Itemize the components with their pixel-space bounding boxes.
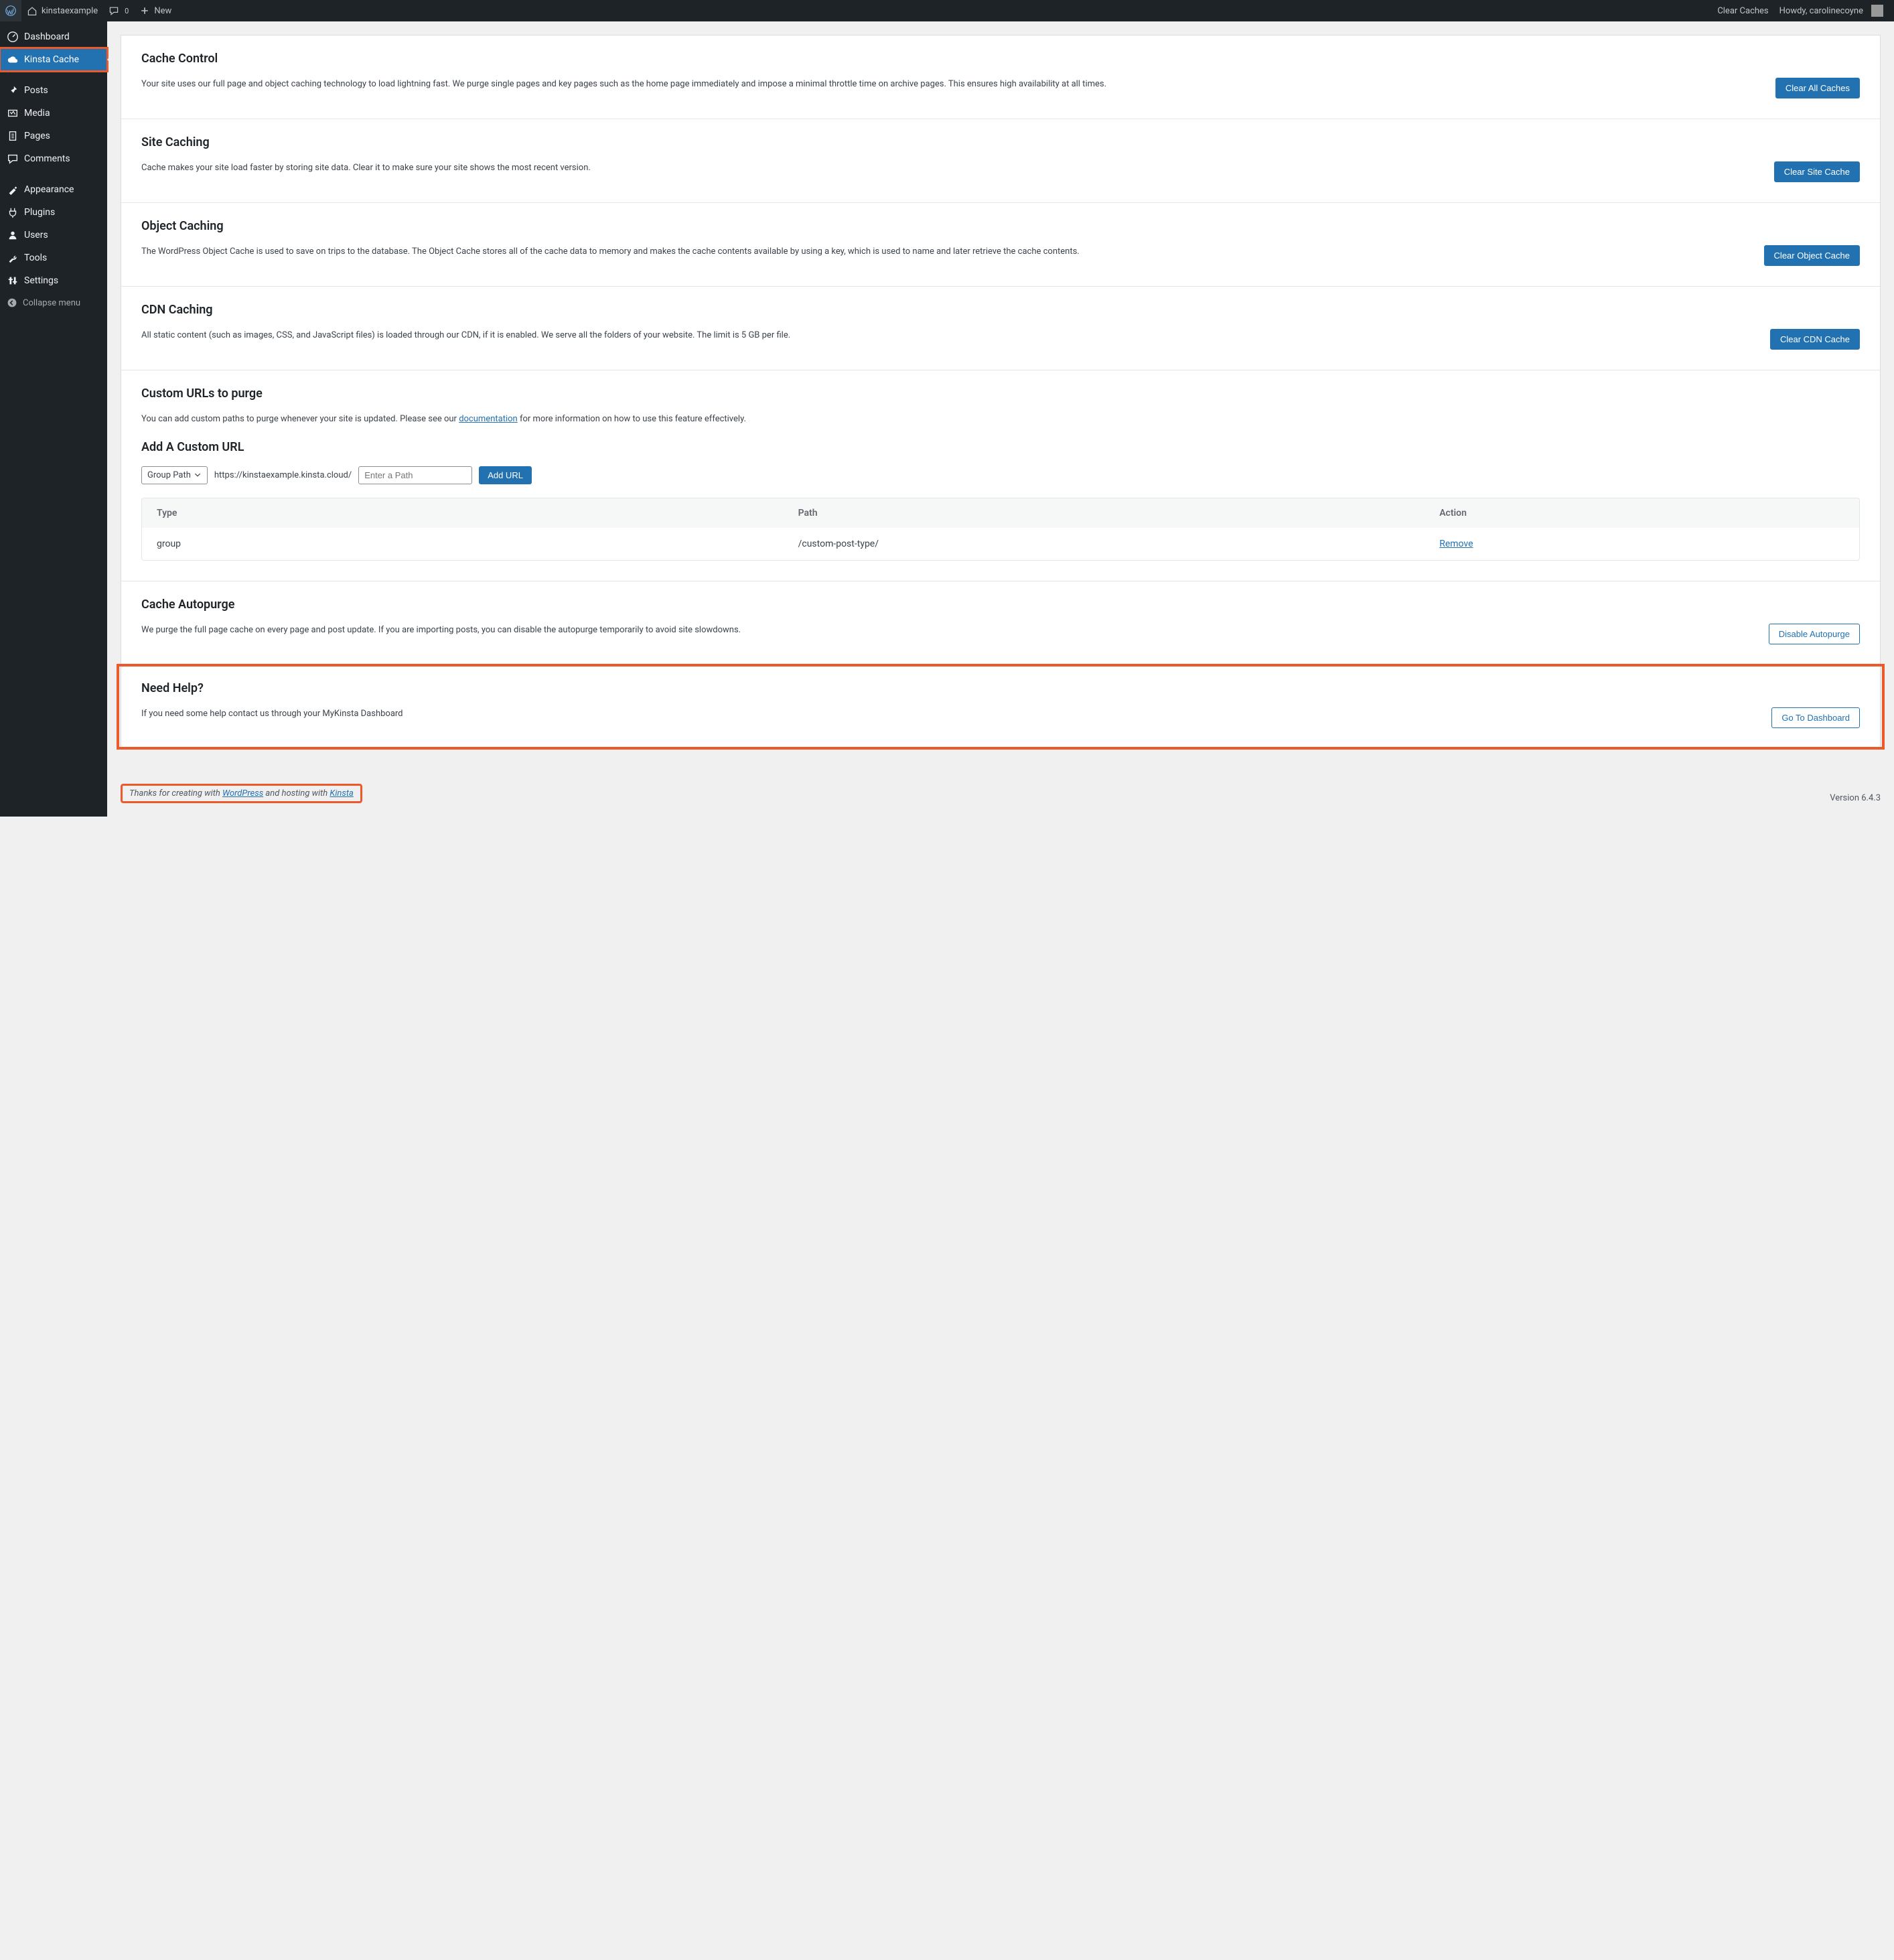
section-description: Cache makes your site load faster by sto… <box>141 161 1754 176</box>
custom-urls-section: Custom URLs to purge You can add custom … <box>121 370 1880 581</box>
section-title: Need Help? <box>141 681 1860 695</box>
section-title: Cache Control <box>141 52 1860 66</box>
sidemenu-kinsta-cache[interactable]: Kinsta Cache <box>0 48 107 71</box>
avatar <box>1871 5 1883 17</box>
clear-site-cache-button[interactable]: Clear Site Cache <box>1774 161 1860 182</box>
wordpress-icon <box>5 5 16 16</box>
pin-icon <box>7 84 19 96</box>
sidemenu-comments[interactable]: Comments <box>0 147 107 170</box>
comments-menu[interactable]: 0 <box>103 0 134 21</box>
dashboard-icon <box>7 31 19 43</box>
clear-object-cache-button[interactable]: Clear Object Cache <box>1764 245 1860 266</box>
home-icon <box>27 5 38 16</box>
col-header-type: Type <box>157 508 798 518</box>
remove-link[interactable]: Remove <box>1439 539 1473 549</box>
settings-icon <box>7 275 19 287</box>
collapse-icon <box>7 297 17 308</box>
help-section: Need Help? If you need some help contact… <box>121 665 1880 748</box>
section-description: We purge the full page cache on every pa… <box>141 624 1749 638</box>
footer: Thanks for creating with WordPress and h… <box>121 776 1881 817</box>
cdn-caching-section: CDN Caching All static content (such as … <box>121 287 1880 370</box>
clear-cdn-cache-button[interactable]: Clear CDN Cache <box>1770 329 1860 350</box>
section-title: Site Caching <box>141 135 1860 149</box>
sidemenu-settings[interactable]: Settings <box>0 269 107 292</box>
footer-credit: Thanks for creating with WordPress and h… <box>121 784 362 803</box>
sidemenu-appearance[interactable]: Appearance <box>0 178 107 201</box>
sidemenu-users[interactable]: Users <box>0 224 107 247</box>
wordpress-link[interactable]: WordPress <box>222 788 263 798</box>
sidemenu-posts[interactable]: Posts <box>0 79 107 102</box>
version-label: Version 6.4.3 <box>1830 793 1881 803</box>
comment-icon <box>108 5 119 16</box>
content-area: Cache Control Your site uses our full pa… <box>107 21 1894 817</box>
path-type-select[interactable]: Group Path <box>141 466 208 484</box>
pages-icon <box>7 130 19 142</box>
sidemenu-dashboard[interactable]: Dashboard <box>0 25 107 48</box>
col-header-path: Path <box>798 508 1440 518</box>
plugin-icon <box>7 206 19 218</box>
section-title: Cache Autopurge <box>141 598 1860 612</box>
col-header-action: Action <box>1439 508 1844 518</box>
comment-count: 0 <box>125 7 129 15</box>
clear-all-caches-button[interactable]: Clear All Caches <box>1775 78 1860 98</box>
autopurge-section: Cache Autopurge We purge the full page c… <box>121 581 1880 665</box>
sidemenu-tools[interactable]: Tools <box>0 247 107 269</box>
add-url-button[interactable]: Add URL <box>479 466 532 484</box>
add-custom-url-title: Add A Custom URL <box>141 440 1860 454</box>
admin-sidemenu: Dashboard Kinsta Cache Posts Media Pages… <box>0 21 107 817</box>
media-icon <box>7 107 19 119</box>
sidemenu-pages[interactable]: Pages <box>0 125 107 147</box>
sidemenu-media[interactable]: Media <box>0 102 107 125</box>
appearance-icon <box>7 184 19 196</box>
admin-bar: kinstaexample 0 New Clear Caches Howdy, … <box>0 0 1894 21</box>
site-caching-section: Site Caching Cache makes your site load … <box>121 119 1880 203</box>
go-to-dashboard-button[interactable]: Go To Dashboard <box>1771 707 1860 728</box>
url-prefix: https://kinstaexample.kinsta.cloud/ <box>214 470 352 480</box>
section-description: If you need some help contact us through… <box>141 707 1751 721</box>
section-description: All static content (such as images, CSS,… <box>141 329 1750 343</box>
comment-icon <box>7 153 19 165</box>
section-title: Object Caching <box>141 219 1860 233</box>
help-highlight: Need Help? If you need some help contact… <box>118 665 1883 748</box>
section-description: Your site uses our full page and object … <box>141 78 1755 92</box>
chevron-down-icon <box>194 471 202 479</box>
cell-type: group <box>157 539 798 549</box>
object-caching-section: Object Caching The WordPress Object Cach… <box>121 203 1880 287</box>
site-name: kinstaexample <box>42 6 98 16</box>
path-input[interactable] <box>358 466 472 484</box>
users-icon <box>7 229 19 241</box>
url-table: Type Path Action group /custom-post-type… <box>141 498 1860 561</box>
tools-icon <box>7 252 19 264</box>
plus-icon <box>139 5 150 16</box>
section-description: You can add custom paths to purge whenev… <box>141 413 1860 427</box>
cloud-icon <box>7 54 19 66</box>
cell-path: /custom-post-type/ <box>798 539 1440 549</box>
section-title: CDN Caching <box>141 303 1860 317</box>
wp-logo-menu[interactable] <box>0 0 21 21</box>
new-content-menu[interactable]: New <box>134 0 177 21</box>
section-description: The WordPress Object Cache is used to sa… <box>141 245 1744 259</box>
sidemenu-plugins[interactable]: Plugins <box>0 201 107 224</box>
account-menu[interactable]: Howdy, carolinecoyne <box>1774 0 1889 21</box>
site-name-menu[interactable]: kinstaexample <box>21 0 103 21</box>
collapse-menu[interactable]: Collapse menu <box>0 292 107 313</box>
disable-autopurge-button[interactable]: Disable Autopurge <box>1769 624 1860 644</box>
kinsta-link[interactable]: Kinsta <box>330 788 353 798</box>
cache-control-section: Cache Control Your site uses our full pa… <box>121 36 1880 119</box>
clear-caches-menu[interactable]: Clear Caches <box>1712 0 1773 21</box>
documentation-link[interactable]: documentation <box>459 414 518 424</box>
table-row: group /custom-post-type/ Remove <box>142 528 1859 560</box>
section-title: Custom URLs to purge <box>141 387 1860 401</box>
